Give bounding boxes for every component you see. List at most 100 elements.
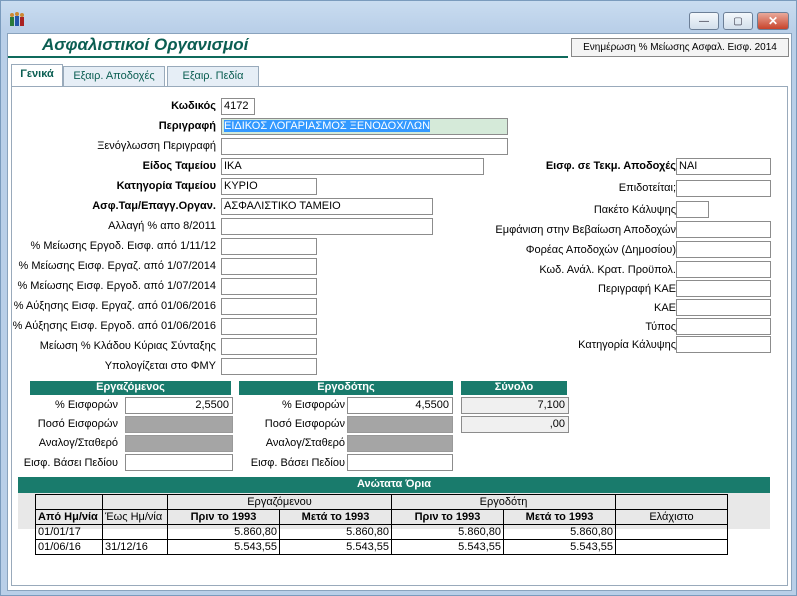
- type-label: Τύπος: [645, 321, 676, 333]
- employer-amount-label: Ποσό Εισφορών: [264, 418, 345, 430]
- col-header-from-date[interactable]: Από Ημ/νία: [35, 509, 103, 525]
- employee-increase-2016-field[interactable]: [221, 298, 317, 315]
- empty-cell: [35, 494, 103, 510]
- presumed-earnings-label: Εισφ. σε Τεκμ. Αποδοχές: [545, 160, 676, 172]
- form-client-area: Ασφαλιστικοί Οργανισμοί Ενημέρωση % Μείω…: [7, 33, 792, 591]
- table-row[interactable]: 01/01/17 5.860,80 5.860,80 5.860,80 5.86…: [35, 524, 728, 540]
- employer-field-based-field[interactable]: [347, 454, 453, 471]
- fund-type-field[interactable]: ΙΚΑ: [221, 158, 484, 175]
- change-pct-field[interactable]: [221, 218, 433, 235]
- table-row[interactable]: 01/06/16 31/12/16 5.543,55 5.543,55 5.54…: [35, 539, 728, 555]
- col-header-minimum[interactable]: Ελάχιστο: [615, 509, 728, 525]
- table-group-header-row: Εργαζόμενου Εργοδότη: [35, 494, 728, 510]
- kae-description-field[interactable]: [676, 280, 771, 297]
- page-header: Ασφαλιστικοί Οργανισμοί: [8, 34, 568, 58]
- group-header-employee: Εργαζόμενου: [167, 494, 392, 510]
- employer-section-header: Εργοδότης: [239, 381, 453, 395]
- col-header-employer-after-1993[interactable]: Μετά το 1993: [503, 509, 616, 525]
- subsidized-field[interactable]: [676, 180, 771, 197]
- kae-label: ΚΑΕ: [653, 302, 676, 314]
- total-pct-field: 7,100: [461, 397, 569, 414]
- app-icon: [10, 12, 24, 26]
- employee-amount-label: Ποσό Εισφορών: [37, 418, 118, 430]
- employer-pct-label: % Εισφορών: [281, 399, 345, 411]
- change-pct-label: Αλλαγή % απο 8/2011: [108, 220, 216, 232]
- employee-ratio-field: [125, 435, 233, 452]
- foreign-description-field[interactable]: [221, 138, 508, 155]
- employer-reduction-2014-field[interactable]: [221, 278, 317, 295]
- tab-excluded-fields[interactable]: Εξαιρ. Πεδία: [167, 66, 259, 86]
- show-in-certificate-field[interactable]: [676, 221, 771, 238]
- employee-field-based-field[interactable]: [125, 454, 233, 471]
- foreign-description-label: Ξενόγλωσση Περιγραφή: [97, 140, 216, 152]
- budget-code-field[interactable]: [676, 261, 771, 278]
- application-window: — ▢ ✕ Ασφαλιστικοί Οργανισμοί Ενημέρωση …: [0, 0, 797, 596]
- tab-general[interactable]: Γενικά: [11, 64, 63, 87]
- minimize-button[interactable]: —: [689, 12, 719, 30]
- employer-increase-2016-field[interactable]: [221, 318, 317, 335]
- show-in-certificate-label: Εμφάνιση στην Βεβαίωση Αποδοχών: [495, 224, 676, 236]
- employee-pct-field[interactable]: 2,5500: [125, 397, 233, 414]
- empty-cell: [615, 494, 728, 510]
- employee-field-based-label: Εισφ. Βάσει Πεδίου: [23, 457, 118, 469]
- description-field[interactable]: ΕΙΔΙΚΟΣ ΛΟΓΑΡΙΑΣΜΟΣ ΞΕΝΟΔΟΧ/ΛΩΝ: [221, 118, 508, 135]
- title-bar: — ▢ ✕: [1, 1, 796, 33]
- coverage-category-field[interactable]: [676, 336, 771, 353]
- description-value: ΕΙΔΙΚΟΣ ΛΟΓΑΡΙΑΣΜΟΣ ΞΕΝΟΔΟΧ/ΛΩΝ: [224, 120, 431, 132]
- col-header-employee-after-1993[interactable]: Μετά το 1993: [279, 509, 392, 525]
- cell-employer-before-1993[interactable]: 5.860,80: [391, 524, 504, 540]
- employer-amount-field: [347, 416, 453, 433]
- cell-to-date[interactable]: [102, 524, 168, 540]
- employer-field-based-label: Εισφ. Βάσει Πεδίου: [250, 457, 345, 469]
- col-header-employer-before-1993[interactable]: Πριν το 1993: [391, 509, 504, 525]
- employer-increase-2016-label: % Αύξησης Εισφ. Εργοδ. από 01/06/2016: [12, 320, 216, 332]
- pension-branch-reduction-label: Μείωση % Κλάδου Κύριας Σύνταξης: [39, 340, 216, 352]
- fund-type-label: Είδος Ταμείου: [142, 160, 216, 172]
- update-reduction-button[interactable]: Ενημέρωση % Μείωσης Ασφαλ. Εισφ. 2014: [571, 38, 789, 57]
- cell-employee-after-1993[interactable]: 5.860,80: [279, 524, 392, 540]
- close-button[interactable]: ✕: [757, 12, 789, 30]
- employer-reduction-2014-label: % Μείωσης Εισφ. Εργοδ. από 1/07/2014: [17, 280, 216, 292]
- presumed-earnings-field[interactable]: ΝΑΙ: [676, 158, 771, 175]
- cell-from-date[interactable]: 01/06/16: [35, 539, 103, 555]
- fund-category-label: Κατηγορία Ταμείου: [116, 180, 216, 192]
- employer-pct-field[interactable]: 4,5500: [347, 397, 453, 414]
- code-field[interactable]: 4172: [221, 98, 255, 115]
- description-label: Περιγραφή: [158, 120, 216, 132]
- employer-reduction-2012-label: % Μείωσης Εργοδ. Εισφ. από 1/11/12: [30, 240, 216, 252]
- minimize-icon: —: [699, 15, 709, 27]
- cell-employer-before-1993[interactable]: 5.543,55: [391, 539, 504, 555]
- budget-code-label: Κωδ. Ανάλ. Κρατ. Προϋπολ.: [539, 264, 676, 276]
- fund-category-field[interactable]: ΚΥΡΙΟ: [221, 178, 317, 195]
- insurance-org-field[interactable]: ΑΣΦΑΛΙΣΤΙΚΟ ΤΑΜΕΙΟ: [221, 198, 433, 215]
- tab-excluded-earnings[interactable]: Εξαιρ. Αποδοχές: [63, 66, 165, 86]
- col-header-employee-before-1993[interactable]: Πριν το 1993: [167, 509, 280, 525]
- cell-minimum[interactable]: [615, 524, 728, 540]
- col-header-to-date[interactable]: Έως Ημ/νία: [102, 509, 168, 525]
- employee-reduction-2014-field[interactable]: [221, 258, 317, 275]
- earnings-body-label: Φορέας Αποδοχών (Δημοσίου): [525, 244, 676, 256]
- cell-employee-before-1993[interactable]: 5.860,80: [167, 524, 280, 540]
- cell-from-date[interactable]: 01/01/17: [35, 524, 103, 540]
- restore-icon: ▢: [733, 15, 743, 27]
- kae-field[interactable]: [676, 299, 771, 316]
- cell-minimum[interactable]: [615, 539, 728, 555]
- employee-pct-label: % Εισφορών: [54, 399, 118, 411]
- coverage-package-field[interactable]: [676, 201, 709, 218]
- insurance-org-label: Ασφ.Ταμ/Επαγγ.Οργαν.: [92, 200, 216, 212]
- pension-branch-reduction-field[interactable]: [221, 338, 317, 355]
- tax-calc-field[interactable]: [221, 358, 317, 375]
- tax-calc-label: Υπολογίζεται στο ΦΜΥ: [104, 360, 216, 372]
- cell-employer-after-1993[interactable]: 5.860,80: [503, 524, 616, 540]
- cell-employee-before-1993[interactable]: 5.543,55: [167, 539, 280, 555]
- employer-reduction-2012-field[interactable]: [221, 238, 317, 255]
- cell-employer-after-1993[interactable]: 5.543,55: [503, 539, 616, 555]
- cell-to-date[interactable]: 31/12/16: [102, 539, 168, 555]
- cell-employee-after-1993[interactable]: 5.543,55: [279, 539, 392, 555]
- type-field[interactable]: [676, 318, 771, 335]
- earnings-body-field[interactable]: [676, 241, 771, 258]
- empty-cell: [102, 494, 168, 510]
- page-title: Ασφαλιστικοί Οργανισμοί: [42, 35, 249, 54]
- restore-button[interactable]: ▢: [723, 12, 753, 30]
- group-header-employer: Εργοδότη: [391, 494, 616, 510]
